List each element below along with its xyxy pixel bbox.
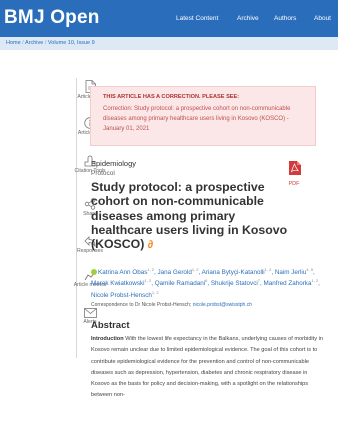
open-access-icon: ∂ [147, 239, 154, 252]
author-affiliation: 1, 2 [144, 278, 152, 284]
article-title-text: Study protocol: a prospective cohort on … [91, 180, 288, 252]
orcid-icon[interactable] [91, 269, 97, 275]
author-affiliation: 1, 2 [147, 266, 155, 272]
abstract-introduction: Introduction With the lowest life expect… [91, 334, 326, 402]
author-name[interactable]: Naim Jerliu [275, 269, 307, 276]
author-affiliation: 1, 2 [151, 289, 159, 295]
author-name[interactable]: Marek Kwiatkowski [91, 280, 145, 287]
nav-archive[interactable]: Archive [237, 15, 259, 22]
author-name[interactable]: Nicole Probst-Hensch [91, 292, 152, 299]
nav-about[interactable]: About [314, 15, 331, 22]
correspondence-prefix: Correspondence to Dr Nicole Probst-Hensc… [91, 302, 192, 308]
author-affiliation: 1, 2 [191, 266, 199, 272]
site-logo[interactable]: BMJ Open [4, 7, 100, 29]
article-title: Study protocol: a prospective cohort on … [91, 180, 291, 252]
mail-icon [83, 308, 97, 318]
article-type: Protocol [91, 170, 115, 177]
author-affiliation: 7 [257, 278, 260, 284]
correspondence: Correspondence to Dr Nicole Probst-Hensc… [91, 302, 252, 308]
breadcrumb-archive[interactable]: Archive [25, 40, 43, 46]
site-header: BMJ Open Latest Content Archive Authors … [0, 0, 338, 37]
author-affiliation: 1, 2 [264, 266, 272, 272]
breadcrumb-separator: / [22, 40, 24, 46]
pdf-icon [288, 161, 301, 175]
author-name[interactable]: Qamile Ramadani [155, 280, 205, 287]
nav-authors[interactable]: Authors [274, 15, 296, 22]
correction-link[interactable]: Correction: Study protocol: a prospectiv… [103, 104, 303, 134]
abstract-heading: Abstract [91, 320, 130, 331]
author-affiliation: 6 [205, 278, 208, 284]
abstract-intro-label: Introduction [91, 336, 124, 342]
breadcrumb-separator: / [44, 40, 47, 46]
correction-heading: THIS ARTICLE HAS A CORRECTION. PLEASE SE… [103, 94, 240, 100]
nav-latest-content[interactable]: Latest Content [176, 15, 218, 22]
breadcrumb-issue[interactable]: Volume 10, Issue 9 [48, 40, 95, 46]
author-name[interactable]: Jana Gerold [158, 269, 192, 276]
author-name[interactable]: Ariana Bytyçi-Katanolli [202, 269, 265, 276]
author-name[interactable]: Manfred Zahorka [264, 280, 312, 287]
breadcrumb-home[interactable]: Home [6, 40, 21, 46]
author-affiliation: 4, 5 [306, 266, 314, 272]
correction-notice: THIS ARTICLE HAS A CORRECTION. PLEASE SE… [90, 86, 316, 146]
abstract-intro-text: With the lowest life expectancy in the B… [91, 336, 323, 399]
author-affiliation: 1, 2 [311, 278, 319, 284]
article-section: Epidemiology [91, 159, 137, 168]
breadcrumb-bar: Home / Archive / Volume 10, Issue 9 [0, 37, 338, 50]
author-name[interactable]: Shukrije Statovci [211, 280, 258, 287]
correspondence-email[interactable]: nicole.probst@swisstph.ch [193, 302, 252, 308]
author-list: Katrina Ann Obas1, 2, Jana Gerold1, 2, A… [91, 266, 320, 299]
breadcrumb: Home / Archive / Volume 10, Issue 9 [6, 40, 95, 46]
author-name[interactable]: Katrina Ann Obas [98, 269, 147, 276]
